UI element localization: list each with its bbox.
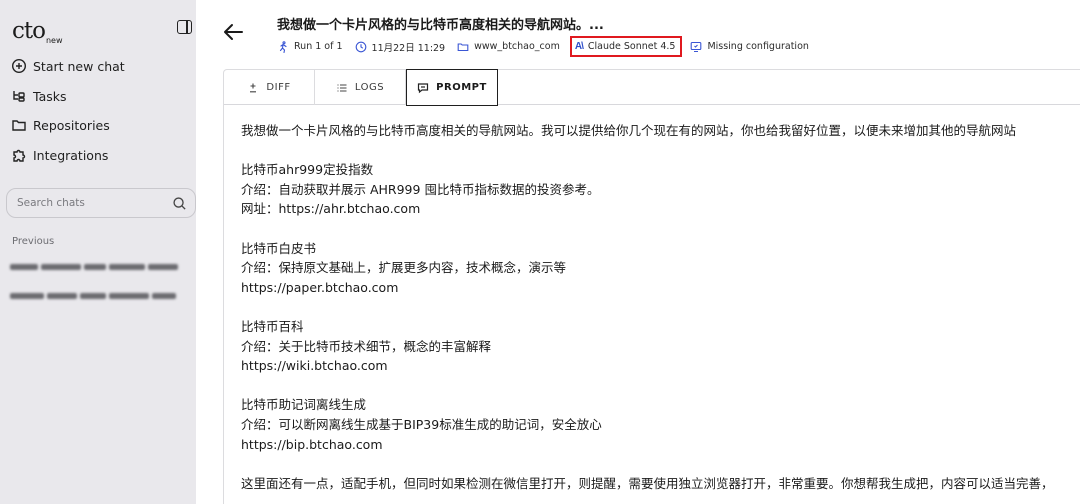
site-url: https://wiki.btchao.com [241, 358, 388, 374]
anthropic-logo-icon: A\ [574, 41, 584, 52]
tab-bar-filler [498, 69, 1080, 105]
puzzle-icon [13, 149, 26, 162]
chat-history-item[interactable] [10, 289, 176, 303]
task-meta: Run 1 of 1 11月22日 11:29 www_btchao_com A… [277, 36, 821, 57]
page-title: 我想做一个卡片风格的与比特币高度相关的导航网站。... [277, 18, 604, 33]
site-name: 比特币百科 [241, 318, 304, 334]
nav-repositories[interactable]: Repositories [11, 114, 110, 136]
tab-diff[interactable]: DIFF [223, 69, 315, 105]
site-url: https://paper.btchao.com [241, 279, 399, 295]
list-icon [337, 83, 347, 92]
sidebar: ctonew Start new chat Tasks Repositories… [0, 0, 196, 504]
config-status[interactable]: Missing configuration [690, 41, 809, 53]
back-arrow-icon[interactable] [222, 22, 244, 42]
prompt-text: 我想做一个卡片风格的与比特币高度相关的导航网站。我可以提供给你几个现在有的网站，… [241, 121, 1054, 493]
plus-circle-icon [11, 58, 27, 74]
sidebar-toggle-icon[interactable] [177, 20, 192, 34]
app-logo[interactable]: ctonew [12, 18, 63, 46]
nav-label: Tasks [33, 88, 67, 104]
folder-icon [457, 42, 469, 51]
site-name: 比特币白皮书 [241, 240, 317, 256]
nav-start-new-chat[interactable]: Start new chat [11, 55, 125, 77]
tab-bar: DIFF LOGS PROMPT [223, 69, 1080, 106]
prompt-panel: 我想做一个卡片风格的与比特币高度相关的导航网站。我可以提供给你几个现在有的网站，… [223, 105, 1080, 504]
site-desc: 介绍：保持原文基础上，扩展更多内容，技术概念，演示等 [241, 260, 567, 276]
chat-history-item[interactable] [10, 260, 178, 274]
search-icon[interactable] [172, 196, 187, 211]
nav-label: Integrations [33, 147, 109, 163]
nav-tasks[interactable]: Tasks [11, 85, 67, 107]
nav-label: Start new chat [33, 58, 125, 74]
tasks-icon [13, 91, 25, 102]
nav-integrations[interactable]: Integrations [11, 144, 108, 166]
previous-section-label: Previous [12, 236, 55, 247]
config-monitor-icon [691, 41, 702, 52]
search-chats[interactable] [6, 188, 196, 218]
tab-logs[interactable]: LOGS [315, 69, 406, 105]
clock-icon [355, 41, 366, 52]
folder-icon [12, 120, 26, 131]
running-person-icon [279, 40, 287, 53]
chat-bubble-icon [418, 82, 429, 93]
site-url: https://bip.btchao.com [241, 436, 383, 452]
site-desc: 介绍：可以断网离线生成基于BIP39标准生成的助记词，安全放心 [241, 416, 602, 432]
model-badge[interactable]: A\ Claude Sonnet 4.5 [569, 36, 683, 57]
site-url: 网址：https://ahr.btchao.com [241, 201, 421, 217]
search-input[interactable] [17, 197, 167, 209]
repo-link[interactable]: www_btchao_com [457, 41, 560, 53]
run-info: Run 1 of 1 [277, 40, 343, 53]
site-desc: 介绍：关于比特币技术细节，概念的丰富解释 [241, 338, 492, 354]
tab-prompt[interactable]: PROMPT [406, 69, 498, 106]
site-name: 比特币助记词离线生成 [241, 397, 367, 413]
timestamp: 11月22日 11:29 [355, 40, 445, 54]
prompt-intro: 我想做一个卡片风格的与比特币高度相关的导航网站。我可以提供给你几个现在有的网站，… [241, 123, 1017, 138]
site-desc: 介绍：自动获取并展示 AHR999 囤比特币指标数据的投资参考。 [241, 181, 600, 197]
nav-label: Repositories [33, 117, 110, 133]
plus-minus-icon [250, 83, 257, 92]
prompt-outro: 这里面还有一点，适配手机，但同时如果检测在微信里打开，则提醒，需要使用独立浏览器… [241, 475, 1054, 491]
site-name: 比特币ahr999定投指数 [241, 162, 374, 178]
